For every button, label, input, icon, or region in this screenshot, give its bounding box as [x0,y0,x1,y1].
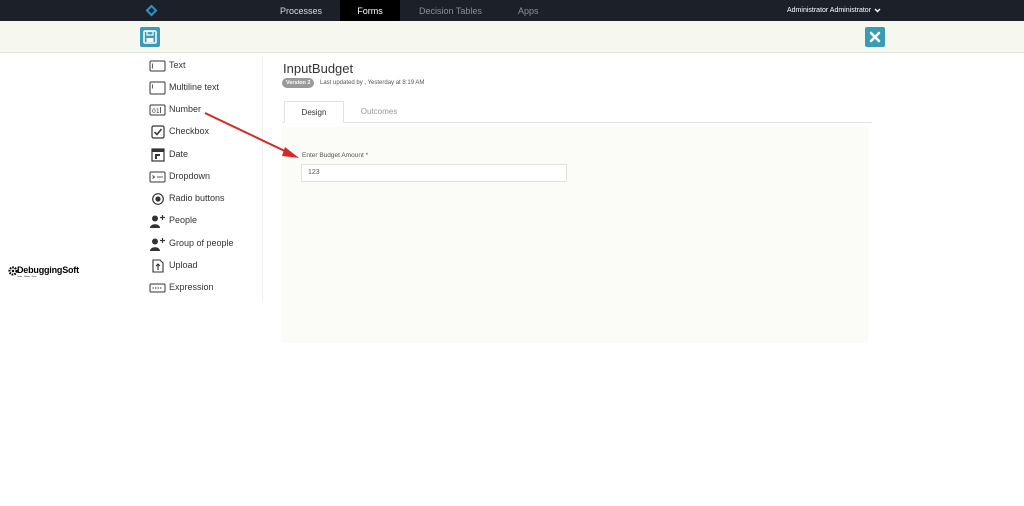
chevron-down-icon [874,8,881,13]
palette-item-dropdown[interactable]: Dropdown [148,169,258,187]
palette-item-expression[interactable]: Expression [148,280,258,298]
form-design-canvas[interactable] [282,127,868,343]
palette-label: Dropdown [169,171,211,181]
budget-field-label: Enter Budget Amount * [302,152,369,159]
nav-apps[interactable]: Apps [518,0,542,21]
palette-item-checkbox[interactable]: Checkbox [148,124,258,142]
palette-item-upload[interactable]: Upload [148,258,258,276]
tab-design[interactable]: Design [284,101,344,123]
nav-decision-tables[interactable]: Decision Tables [419,0,489,21]
add-person-icon [150,215,165,228]
last-updated-text: Last updated by , Yesterday at 8:19 AM [320,80,425,86]
close-button[interactable] [865,27,885,47]
app-logo-icon[interactable] [145,4,158,17]
watermark-logo: DebuggingSoft Learn · Debug · Grow [8,263,79,283]
palette-label: Number [169,104,202,114]
nav-forms-label: Forms [357,6,383,16]
checkbox-icon [151,125,165,139]
palette-item-text[interactable]: Text [148,58,258,76]
nav-forms[interactable]: Forms [340,0,400,25]
upload-icon [152,259,164,273]
version-badge: Version 2 [282,78,315,88]
user-name: Administrator Administrator [787,7,872,14]
palette-item-multiline-text[interactable]: Multiline text [148,80,258,98]
palette-label: Radio buttons [169,193,225,203]
palette-label: Checkbox [169,126,210,136]
palette-label: Group of people [169,238,234,248]
nav-processes[interactable]: Processes [280,0,322,21]
palette-label: Text [169,60,186,70]
radio-icon [152,193,164,205]
palette-label: Multiline text [169,82,220,92]
close-icon [869,31,881,43]
save-icon [143,30,157,44]
palette-item-radio-buttons[interactable]: Radio buttons [148,191,258,209]
palette-label: People [169,215,198,225]
palette-label: Date [169,149,189,159]
editor-toolbar [0,21,1024,53]
palette-label: Upload [169,260,198,270]
number-icon: 01 [149,104,166,116]
budget-amount-input[interactable]: 123 [301,164,567,182]
multiline-text-icon [149,81,166,95]
expression-icon [149,283,166,293]
tab-outcomes[interactable]: Outcomes [349,101,409,123]
svg-text:01: 01 [152,108,160,115]
top-navbar: Processes Forms Decision Tables Apps Adm… [0,0,1024,25]
form-title: InputBudget [283,61,354,76]
palette-item-people[interactable]: People [148,213,258,231]
watermark-subtext: Learn · Debug · Grow [17,276,37,278]
palette-label: Expression [169,282,214,292]
user-menu[interactable]: Administrator Administrator [787,0,881,21]
calendar-icon [151,148,165,162]
dropdown-icon [149,171,166,183]
text-field-icon [149,60,166,72]
add-group-icon [150,238,165,251]
field-palette: Text Multiline text 01 Number Checkbox D… [148,56,263,300]
palette-item-group-of-people[interactable]: Group of people [148,236,258,254]
palette-item-number[interactable]: 01 Number [148,102,258,120]
palette-item-date[interactable]: Date [148,147,258,165]
save-button[interactable] [140,27,160,47]
watermark-text: DebuggingSoft [17,265,79,275]
